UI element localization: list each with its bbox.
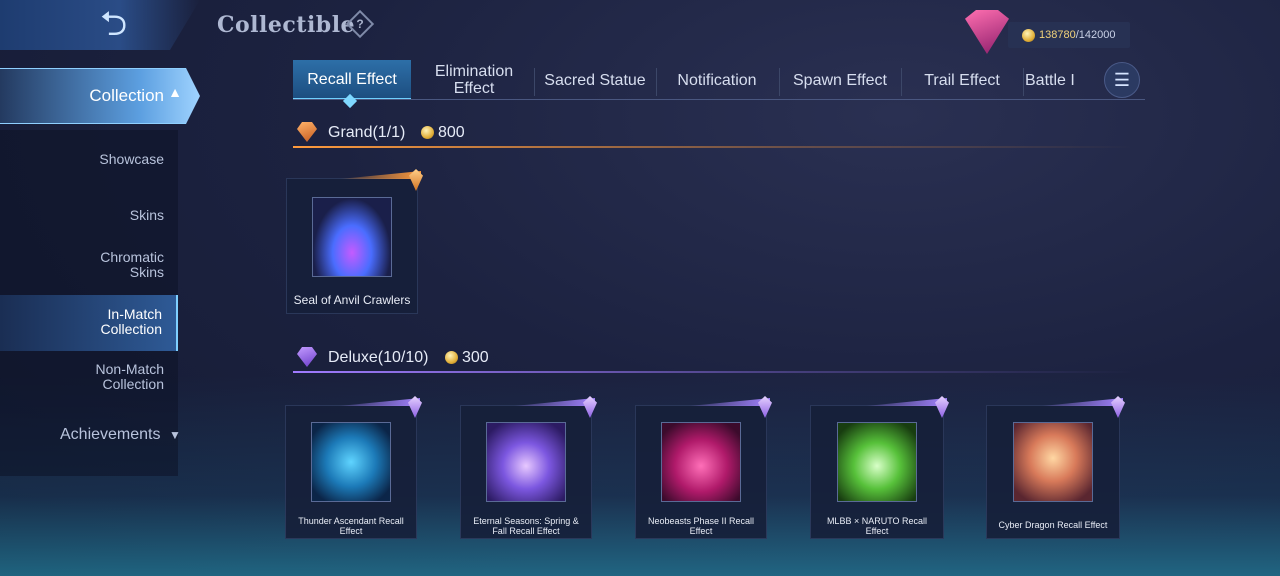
tab-divider: [656, 68, 657, 96]
card-ribbon: [339, 398, 420, 406]
chevron-down-icon: ▼: [168, 428, 181, 442]
grand-gem-icon: [297, 122, 317, 142]
item-thumbnail: [1013, 422, 1093, 502]
tab-notification[interactable]: Notification: [658, 60, 776, 100]
card-ribbon: [340, 171, 421, 179]
card-ribbon: [689, 398, 770, 406]
page-title: Collectible: [217, 12, 356, 38]
section-grand-header: Grand(1/1) 800: [293, 118, 1145, 148]
coin-icon: [445, 351, 458, 365]
coin-icon: [1022, 28, 1035, 42]
item-thumbnail: [311, 422, 391, 502]
tab-sacred-statue[interactable]: Sacred Statue: [536, 60, 654, 100]
coin-icon: [421, 126, 434, 140]
points-current: 138780: [1039, 29, 1076, 41]
card-ribbon: [866, 398, 947, 406]
top-header: ⮌ Collectible ? 138780/142000: [0, 0, 1280, 55]
collection-points: 138780/142000: [1008, 22, 1130, 48]
back-arrow-icon: ⮌: [100, 4, 128, 44]
tab-bar: Recall Effect Elimination Effect Sacred …: [293, 60, 1145, 100]
filter-icon[interactable]: ☰: [1104, 62, 1140, 98]
item-name: Thunder Ascendant Recall Effect: [298, 516, 404, 536]
item-name: Eternal Seasons: Spring & Fall Recall Ef…: [473, 516, 579, 536]
sidebar-item-label: Collection: [89, 86, 164, 105]
section-title: Deluxe(10/10): [328, 349, 429, 366]
tab-underline: [293, 99, 1145, 100]
deluxe-gem-icon: [297, 347, 317, 367]
section-title: Grand(1/1): [328, 124, 406, 141]
sidebar-item-label: Achievements: [60, 426, 161, 443]
item-name: MLBB × NARUTO Recall Effect: [826, 516, 928, 536]
item-name: Seal of Anvil Crawlers: [293, 293, 411, 307]
item-card[interactable]: Seal of Anvil Crawlers: [286, 169, 423, 314]
tab-elimination-effect[interactable]: Elimination Effect: [415, 60, 533, 100]
back-button[interactable]: ⮌: [0, 0, 200, 50]
item-card[interactable]: Thunder Ascendant Recall Effect: [285, 396, 422, 539]
sidebar: Collection ▲ Showcase Skins Chromatic Sk…: [0, 60, 200, 500]
tab-recall-effect[interactable]: Recall Effect: [293, 60, 411, 100]
tab-divider: [779, 68, 780, 96]
section-cost: 800: [421, 124, 465, 142]
item-card[interactable]: MLBB × NARUTO Recall Effect: [810, 396, 949, 539]
sidebar-item-chromatic-skins[interactable]: Chromatic Skins: [0, 250, 178, 284]
tab-divider: [901, 68, 902, 96]
tab-battle[interactable]: Battle I: [1025, 60, 1091, 100]
tab-spawn-effect[interactable]: Spawn Effect: [781, 60, 899, 100]
tab-divider: [1023, 68, 1024, 96]
tab-divider: [534, 68, 535, 96]
section-divider: [293, 371, 1133, 373]
sidebar-item-in-match-collection[interactable]: In-Match Collection: [0, 295, 178, 351]
sidebar-item-skins[interactable]: Skins: [0, 200, 178, 230]
item-thumbnail: [312, 197, 392, 277]
section-divider: [293, 146, 1133, 148]
card-ribbon: [1042, 398, 1123, 406]
sidebar-subnav: Showcase Skins Chromatic Skins In-Match …: [0, 130, 178, 476]
card-ribbon: [514, 398, 595, 406]
section-deluxe-header: Deluxe(10/10) 300: [293, 343, 1145, 373]
section-cost: 300: [445, 349, 489, 367]
rank-emblem-icon: [965, 10, 1009, 54]
sidebar-item-showcase[interactable]: Showcase: [0, 144, 178, 174]
cost-value: 300: [462, 349, 489, 366]
sidebar-item-non-match-collection[interactable]: Non-Match Collection: [0, 362, 178, 396]
points-max: /142000: [1075, 29, 1116, 41]
sidebar-item-collection[interactable]: Collection ▲: [0, 68, 200, 124]
item-name: Neobeasts Phase II Recall Effect: [647, 516, 755, 536]
item-thumbnail: [837, 422, 917, 502]
sidebar-item-achievements[interactable]: Achievements ▼: [60, 426, 181, 444]
item-thumbnail: [661, 422, 741, 502]
cost-value: 800: [438, 124, 465, 141]
item-card[interactable]: Eternal Seasons: Spring & Fall Recall Ef…: [460, 396, 597, 539]
item-card[interactable]: Neobeasts Phase II Recall Effect: [635, 396, 772, 539]
tab-trail-effect[interactable]: Trail Effect: [903, 60, 1021, 100]
item-card[interactable]: Cyber Dragon Recall Effect: [986, 396, 1125, 539]
item-name: Cyber Dragon Recall Effect: [998, 520, 1108, 530]
item-thumbnail: [486, 422, 566, 502]
chevron-up-icon: ▲: [168, 84, 182, 100]
